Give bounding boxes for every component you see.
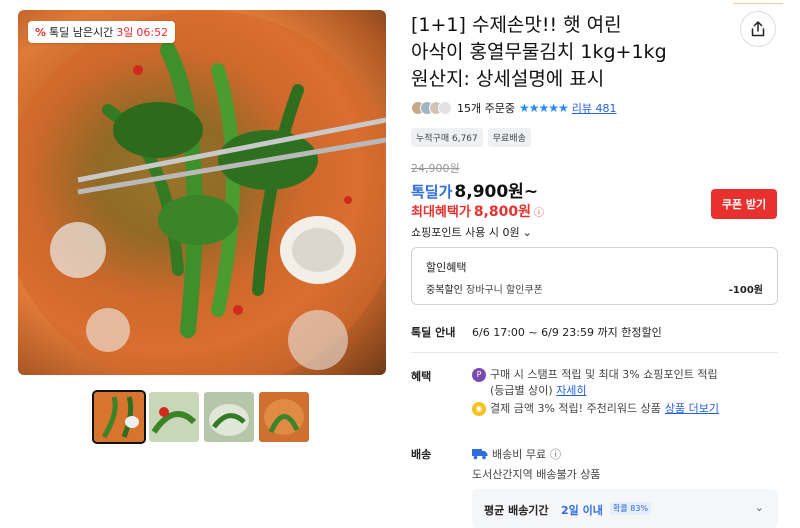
timer-time: 06:52 [136,25,169,39]
deal-price: 8,900원~ [454,182,539,202]
thumbnail-3-art [204,392,254,442]
review-link[interactable]: 리뷰 481 [572,100,617,116]
product-chips: 누적구매 6,767 무료배송 [411,128,531,147]
benefit-label: 혜택 [411,370,432,383]
title-line-2: 아삭이 홍열무물김치 1kg+1kg [411,41,667,63]
discount-line: 중복할인 장바구니 할인쿠폰 [426,281,543,296]
product-title: [1+1] 수제손맛!! 햇 여린 아삭이 홍열무물김치 1kg+1kg 원산지… [411,12,721,93]
thumbnail-strip [92,390,309,444]
max-benefit-row: 최대혜택가 8,800원 ⓘ [411,201,544,221]
deal-timer-badge: % 톡딜 남은시간 3일 06:52 [28,21,176,43]
benefit-line-stamp: P 구매 시 스탬프 적립 및 최대 3% 쇼핑포인트 적립 (등급별 상이) … [472,367,718,399]
avg-delivery-box[interactable]: 평균 배송기간 2일 이내 확률 83% ⌄ [472,489,778,528]
thumbnail-4-art [259,392,309,442]
chip-free-shipping: 무료배송 [487,128,531,147]
product-main-image[interactable] [18,10,386,375]
max-benefit-price: 8,800원 [473,204,531,220]
shipping-fee-row: 배송비 무료 ⓘ [472,446,561,462]
benefit-detail-link[interactable]: 자세히 [556,384,586,397]
deal-info-text: 6/6 17:00 ~ 6/9 23:59 까지 한정할인 [472,326,662,339]
deal-price-label: 톡딜가 [411,183,453,201]
coupon-button[interactable]: 쿠폰 받기 [711,189,777,219]
coin-badge-icon: ◉ [472,402,486,416]
thumbnail-4[interactable] [259,392,309,442]
shopping-point-text: 쇼핑포인트 사용 시 0원 [411,226,520,239]
percent-icon: % [35,25,47,39]
thumbnail-2-art [149,392,199,442]
rating-row: 15개 주문중 ★★★★★ 리뷰 481 [411,100,617,116]
share-icon [751,21,765,37]
share-notch [733,0,783,4]
delivery-probability-badge: 확률 83% [610,502,652,515]
timer-days: 3일 [116,26,134,39]
benefit-line-2: 결제 금액 3% 적립! 주천리워드 상품 [490,402,661,415]
info-icon[interactable]: ⓘ [550,446,561,462]
divider [411,352,778,353]
max-benefit-label: 최대혜택가 [411,205,471,220]
chip-cumulative-purchases: 누적구매 6,767 [411,128,483,147]
avatar [438,101,452,115]
thumbnail-1[interactable] [92,390,146,444]
share-button[interactable] [740,11,776,47]
benefit-line-1b: (등급별 상이) [490,384,553,397]
point-badge-icon: P [472,368,486,382]
benefit-line-1b-row: (등급별 상이) 자세히 [490,383,718,399]
info-icon[interactable]: ⓘ [534,204,544,219]
chevron-down-icon: ⌄ [522,225,532,239]
title-line-1: [1+1] 수제손맛!! 햇 여린 [411,14,622,36]
order-count: 15개 주문중 [457,102,515,115]
benefit-line-stamp-text: 구매 시 스탬프 적립 및 최대 3% 쇼핑포인트 적립 (등급별 상이) 자세… [490,367,718,399]
benefit-more-link[interactable]: 상품 더보기 [665,401,719,417]
shopping-point-row[interactable]: 쇼핑포인트 사용 시 0원 ⌄ [411,224,532,240]
truck-icon [472,449,488,460]
discount-line-label: 중복할인 [426,285,463,296]
discount-amount: -100원 [728,285,763,296]
chevron-down-icon[interactable]: ⌄ [755,501,764,514]
thumbnail-3[interactable] [204,392,254,442]
buyer-avatars [411,101,452,115]
original-price: 24,900원 [411,162,460,175]
avg-delivery-value: 2일 이내 [561,504,603,517]
shipping-label: 배송 [411,448,432,461]
shipping-note: 도서산간지역 배송불가 상품 [472,468,601,481]
deal-price-row: 톡딜가 8,900원~ [411,177,538,202]
discount-title: 할인혜택 [426,261,467,274]
discount-benefit-box: 할인혜택 중복할인 장바구니 할인쿠폰 -100원 [411,247,778,305]
discount-line-desc: 장바구니 할인쿠폰 [466,285,543,296]
avg-delivery-label: 평균 배송기간 [484,504,549,517]
star-rating: ★★★★★ [518,101,569,115]
benefit-line-reward: ◉ 결제 금액 3% 적립! 주천리워드 상품 상품 더보기 [472,401,719,417]
timer-label: 톡딜 남은시간 [49,26,114,39]
kimchi-photo-art [18,10,386,375]
thumbnail-1-art [94,392,144,442]
thumbnail-2[interactable] [149,392,199,442]
shipping-fee: 배송비 무료 [492,448,547,461]
benefit-line-1: 구매 시 스탬프 적립 및 최대 3% 쇼핑포인트 적립 [490,368,718,381]
title-line-3: 원산지: 상세설명에 표시 [411,68,605,90]
deal-info-label: 톡딜 안내 [411,326,456,339]
